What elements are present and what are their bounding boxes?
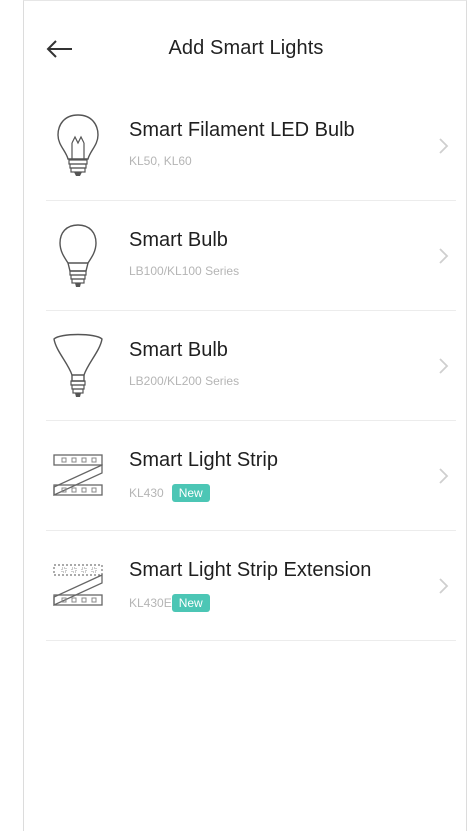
device-models: KL430E New — [129, 594, 210, 612]
filament-bulb-icon — [57, 114, 99, 176]
chevron-right-icon — [439, 578, 449, 594]
device-models: KL50, KL60 — [129, 154, 192, 168]
model-text: KL50, KL60 — [129, 154, 192, 168]
model-text: KL430E — [129, 596, 172, 610]
device-item-smart-bulb-lb200[interactable]: Smart Bulb LB200/KL200 Series — [46, 311, 456, 421]
a19-bulb-icon — [59, 224, 97, 287]
device-models: LB200/KL200 Series — [129, 374, 239, 388]
light-strip-icon — [53, 454, 103, 497]
chevron-right-icon — [439, 138, 449, 154]
device-name: Smart Bulb — [129, 339, 228, 361]
model-text: KL430 — [129, 486, 164, 500]
device-list: Smart Filament LED Bulb KL50, KL60 Smart… — [46, 91, 456, 641]
device-name: Smart Light Strip — [129, 449, 278, 471]
chevron-right-icon — [439, 358, 449, 374]
device-name: Smart Bulb — [129, 229, 228, 251]
app-screen: Add Smart Lights Smart Filament LED Bulb… — [23, 0, 467, 831]
device-name: Smart Filament LED Bulb — [129, 119, 355, 141]
device-name: Smart Light Strip Extension — [129, 559, 372, 581]
new-badge: New — [171, 484, 210, 502]
page-title: Add Smart Lights — [168, 37, 324, 59]
device-item-filament-bulb[interactable]: Smart Filament LED Bulb KL50, KL60 — [46, 91, 456, 201]
chevron-right-icon — [439, 468, 449, 484]
device-models: LB100/KL100 Series — [129, 264, 239, 278]
br30-bulb-icon — [53, 333, 103, 397]
device-item-light-strip[interactable]: Smart Light Strip KL430 New — [46, 421, 456, 531]
header: Add Smart Lights — [24, 1, 468, 97]
device-models: KL430 New — [129, 484, 210, 502]
model-text: LB100/KL100 Series — [129, 264, 240, 278]
model-text: LB200/KL200 Series — [129, 374, 240, 388]
device-item-smart-bulb-lb100[interactable]: Smart Bulb LB100/KL100 Series — [46, 201, 456, 311]
light-strip-extension-icon — [53, 564, 103, 607]
new-badge: New — [171, 594, 210, 612]
chevron-right-icon — [439, 248, 449, 264]
device-item-light-strip-extension[interactable]: Smart Light Strip Extension KL430E New — [46, 531, 456, 641]
